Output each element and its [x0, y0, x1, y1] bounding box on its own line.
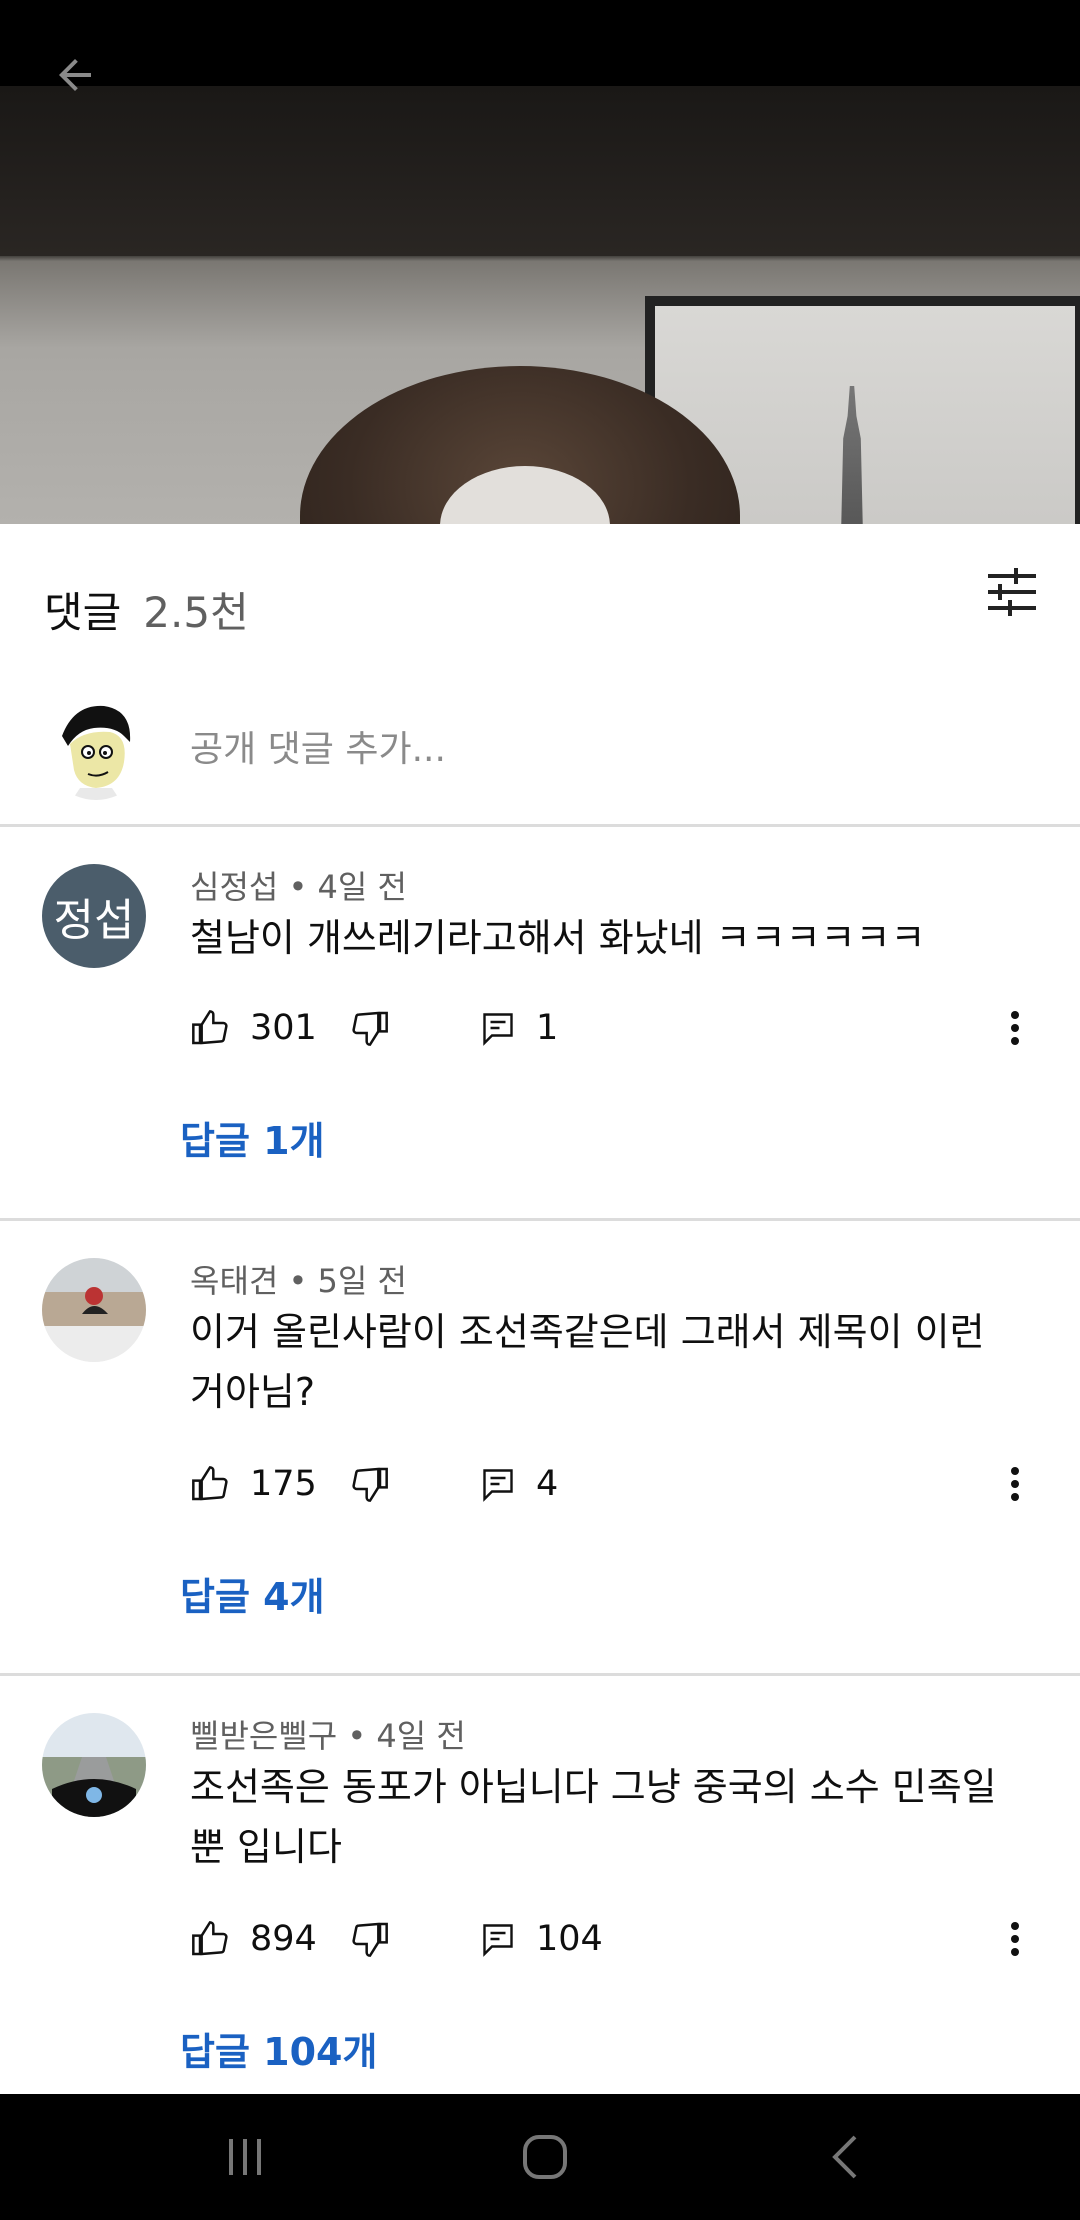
thumbs-up-icon	[192, 1010, 228, 1045]
comment-actions: 301 1	[190, 998, 558, 1058]
more-vert-icon	[1011, 1922, 1019, 1956]
recent-apps-button[interactable]	[200, 2120, 290, 2194]
home-icon	[523, 2135, 567, 2179]
sort-filter-button[interactable]	[982, 562, 1042, 622]
like-count: 301	[250, 1008, 317, 1048]
comment-meta: 삘받은삘구 • 4일 전	[190, 1717, 466, 1755]
comments-panel: 댓글 2.5천 공개 댓글 추가... 정섭 심정섭 • 4일 전 철남이 개쓰…	[0, 524, 1080, 2094]
reply-count: 4	[536, 1464, 559, 1504]
filter-icon	[988, 568, 1036, 616]
comments-title: 댓글	[44, 587, 122, 637]
commenter-avatar[interactable]	[42, 1713, 146, 1817]
view-replies-link[interactable]: 답글 1개	[180, 1110, 325, 1165]
view-replies-link[interactable]: 답글 104개	[180, 2021, 377, 2076]
comment-item: 정섭 심정섭 • 4일 전 철남이 개쓰레기라고해서 화났네 ㅋㅋㅋㅋㅋㅋ 30…	[0, 824, 1080, 1221]
thumbs-up-icon	[192, 1921, 228, 1956]
reply-icon	[483, 1013, 513, 1046]
comment-time: 5일 전	[317, 1262, 407, 1300]
reply-icon	[483, 1924, 513, 1957]
comment-more-button[interactable]	[990, 1909, 1040, 1969]
reply-icon	[483, 1469, 513, 1502]
system-nav-bar	[0, 2094, 1080, 2220]
comment-actions: 894 104	[190, 1909, 603, 1969]
like-button[interactable]: 894	[190, 1919, 350, 1959]
my-avatar	[44, 696, 148, 800]
like-button[interactable]: 175	[190, 1464, 350, 1504]
comment-time: 4일 전	[317, 868, 407, 906]
more-vert-icon	[1011, 1011, 1019, 1045]
reply-count: 104	[536, 1919, 603, 1959]
commenter-avatar[interactable]	[42, 1258, 146, 1362]
comment-text: 조선족은 동포가 아닙니다 그냥 중국의 소수 민족일뿐 입니다	[190, 1765, 997, 1869]
comment-author[interactable]: 심정섭	[190, 868, 278, 906]
reply-button[interactable]: 4	[480, 1464, 558, 1504]
thumbs-down-icon[interactable]	[350, 1919, 390, 1959]
nav-back-button[interactable]	[800, 2120, 890, 2194]
comment-text: 이거 올린사람이 조선족같은데 그래서 제목이 이런거아님?	[190, 1310, 985, 1414]
more-vert-icon	[1011, 1467, 1019, 1501]
add-comment-input[interactable]: 공개 댓글 추가...	[190, 720, 446, 772]
comment-more-button[interactable]	[990, 1454, 1040, 1514]
comment-author[interactable]: 삘받은삘구	[190, 1717, 337, 1755]
home-button[interactable]	[500, 2120, 590, 2194]
comment-more-button[interactable]	[990, 998, 1040, 1058]
comment-meta: 옥태견 • 5일 전	[190, 1262, 407, 1300]
comment-time: 4일 전	[376, 1717, 466, 1755]
nav-back-icon	[832, 2135, 857, 2179]
recent-apps-icon	[229, 2139, 261, 2175]
reply-button[interactable]: 1	[480, 1008, 558, 1048]
comment-item: 옥태견 • 5일 전 이거 올린사람이 조선족같은데 그래서 제목이 이런거아님…	[0, 1218, 1080, 1676]
comment-meta: 심정섭 • 4일 전	[190, 868, 407, 906]
comment-author[interactable]: 옥태견	[190, 1262, 278, 1300]
like-button[interactable]: 301	[190, 1008, 350, 1048]
reply-button[interactable]: 104	[480, 1919, 603, 1959]
video-player[interactable]	[0, 86, 1080, 524]
like-count: 175	[250, 1464, 317, 1504]
thumbs-down-icon[interactable]	[350, 1464, 390, 1504]
comment-item: 삘받은삘구 • 4일 전 조선족은 동포가 아닙니다 그냥 중국의 소수 민족일…	[0, 1673, 1080, 2094]
status-bar	[0, 0, 1080, 86]
back-button[interactable]	[40, 40, 110, 110]
like-count: 894	[250, 1919, 317, 1959]
thumbs-down-icon[interactable]	[350, 1008, 390, 1048]
back-arrow-icon	[59, 59, 91, 91]
comments-header: 댓글 2.5천	[44, 554, 249, 664]
comments-count: 2.5천	[143, 587, 249, 637]
comment-actions: 175 4	[190, 1454, 558, 1514]
thumbs-up-icon	[192, 1466, 228, 1501]
view-replies-link[interactable]: 답글 4개	[180, 1566, 325, 1621]
reply-count: 1	[536, 1008, 559, 1048]
add-comment-row[interactable]: 공개 댓글 추가...	[0, 664, 1080, 827]
commenter-avatar[interactable]: 정섭	[42, 864, 146, 968]
comment-text: 철남이 개쓰레기라고해서 화났네 ㅋㅋㅋㅋㅋㅋ	[190, 916, 926, 960]
